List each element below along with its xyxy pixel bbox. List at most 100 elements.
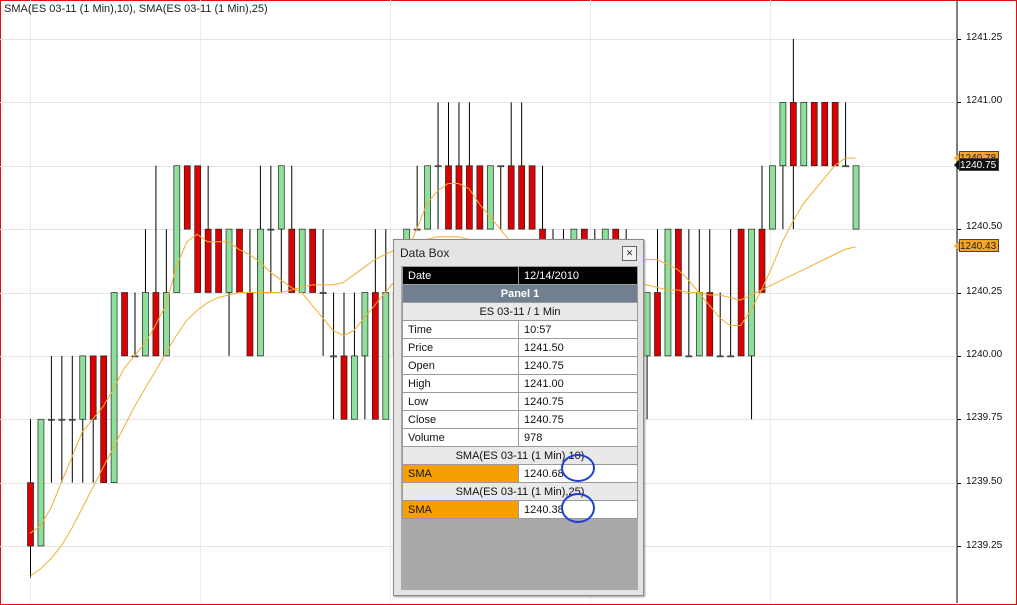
- row-key-open: Open: [402, 356, 519, 375]
- annotation-circle: [561, 493, 595, 523]
- candle-body: [528, 165, 536, 230]
- row-value-volume: 978: [518, 428, 638, 447]
- candle-body: [100, 355, 108, 483]
- candle-body: [298, 228, 306, 293]
- candle-body: [769, 165, 776, 230]
- candle-body: [142, 292, 149, 357]
- candle-body: [466, 165, 473, 230]
- sma25-label: SMA: [402, 500, 519, 519]
- candle-body: [716, 355, 724, 358]
- sma10-header: SMA(ES 03-11 (1 Min),10): [402, 446, 638, 465]
- candle-body: [654, 292, 661, 357]
- candle-body: [68, 418, 76, 421]
- row-key-low: Low: [402, 392, 519, 411]
- candle-body: [706, 292, 714, 357]
- row-key-volume: Volume: [402, 428, 519, 447]
- candle-body: [675, 228, 682, 357]
- chart-title: SMA(ES 03-11 (1 Min),10), SMA(ES 03-11 (…: [4, 3, 268, 15]
- row-key-time: Time: [402, 320, 519, 339]
- candle-body: [194, 165, 202, 293]
- candle-body: [748, 228, 755, 357]
- date-value: 12/14/2010: [518, 266, 638, 285]
- candle-body: [121, 292, 128, 357]
- row-value-low: 1240.75: [518, 392, 638, 411]
- candle-body: [183, 165, 191, 230]
- row-value-open: 1240.75: [518, 356, 638, 375]
- candle-body: [267, 228, 275, 231]
- candle-body: [737, 228, 745, 357]
- row-value-price: 1241.50: [518, 338, 638, 357]
- candle-body: [277, 165, 285, 230]
- candle-body: [643, 292, 651, 357]
- candle-body: [800, 102, 808, 167]
- panel-header: Panel 1: [402, 284, 638, 303]
- data-box-title: Data Box: [400, 246, 450, 260]
- annotation-circle: [561, 454, 595, 482]
- row-value-time: 10:57: [518, 320, 638, 339]
- candle-body: [246, 292, 254, 357]
- candle-body: [48, 418, 55, 421]
- close-icon[interactable]: ✕: [622, 246, 637, 261]
- candle-body: [518, 165, 526, 230]
- instrument-header: ES 03-11 / 1 Min: [402, 302, 638, 321]
- candle-body: [58, 418, 66, 421]
- candle-body: [727, 355, 735, 358]
- candle-body: [340, 355, 348, 420]
- row-key-close: Close: [402, 410, 519, 429]
- candle-body: [810, 102, 818, 167]
- candle-body: [695, 292, 703, 357]
- candle-body: [27, 482, 34, 547]
- candle-body: [434, 165, 442, 168]
- candle-body: [852, 165, 860, 230]
- data-box-window[interactable]: Data Box ✕ Date 12/14/2010 Panel 1 ES 03…: [393, 239, 644, 596]
- price-tick-label: 1240.00: [966, 349, 1003, 360]
- candle-body: [372, 292, 379, 420]
- row-key-price: Price: [402, 338, 519, 357]
- candle-body: [382, 292, 390, 420]
- price-tick-label: 1240.50: [966, 221, 1003, 232]
- candle-body: [476, 165, 484, 230]
- candle-body: [413, 228, 421, 231]
- price-tick-label: 1241.25: [966, 32, 1003, 43]
- price-tick-label: 1240.25: [966, 286, 1003, 297]
- candle-body: [497, 165, 505, 168]
- candle-body: [685, 355, 693, 358]
- candle-body: [831, 102, 839, 167]
- candle-body: [821, 102, 829, 167]
- sma25-header: SMA(ES 03-11 (1 Min),25): [402, 482, 638, 501]
- candle-body: [758, 228, 766, 293]
- price-tick-label: 1239.25: [966, 540, 1003, 551]
- candle-body: [319, 292, 327, 294]
- candle-body: [445, 165, 452, 230]
- date-label: Date: [402, 266, 519, 285]
- row-key-high: High: [402, 374, 519, 393]
- candle-body: [361, 292, 369, 357]
- candle-body: [664, 228, 672, 357]
- row-value-close: 1240.75: [518, 410, 638, 429]
- candle-body: [424, 165, 431, 230]
- candle-body: [779, 102, 787, 167]
- candle-body: [89, 355, 97, 420]
- row-value-high: 1241.00: [518, 374, 638, 393]
- candle-body: [236, 228, 243, 293]
- data-box-content: Date 12/14/2010 Panel 1 ES 03-11 / 1 Min…: [401, 266, 638, 590]
- candle-body: [507, 165, 515, 230]
- candle-body: [309, 228, 316, 293]
- candle-body: [79, 355, 87, 420]
- price-tick-label: 1239.50: [966, 476, 1003, 487]
- price-tick-label: 1239.75: [966, 412, 1003, 423]
- candle-body: [455, 165, 463, 230]
- sma25-value-marker: 1240.43: [954, 239, 999, 252]
- candle-body: [330, 355, 337, 358]
- candle-body: [842, 165, 849, 168]
- candle-body: [204, 228, 212, 293]
- candle-body: [215, 228, 222, 293]
- data-box-table: Date 12/14/2010 Panel 1 ES 03-11 / 1 Min…: [402, 266, 638, 519]
- price-tick-label: 1241.00: [966, 95, 1003, 106]
- candle-body: [351, 355, 358, 420]
- candle-body: [789, 102, 797, 167]
- candle-body: [225, 228, 233, 293]
- sma10-label: SMA: [402, 464, 519, 483]
- last-price-marker: 1240.75: [954, 158, 999, 171]
- candle-body: [288, 228, 296, 293]
